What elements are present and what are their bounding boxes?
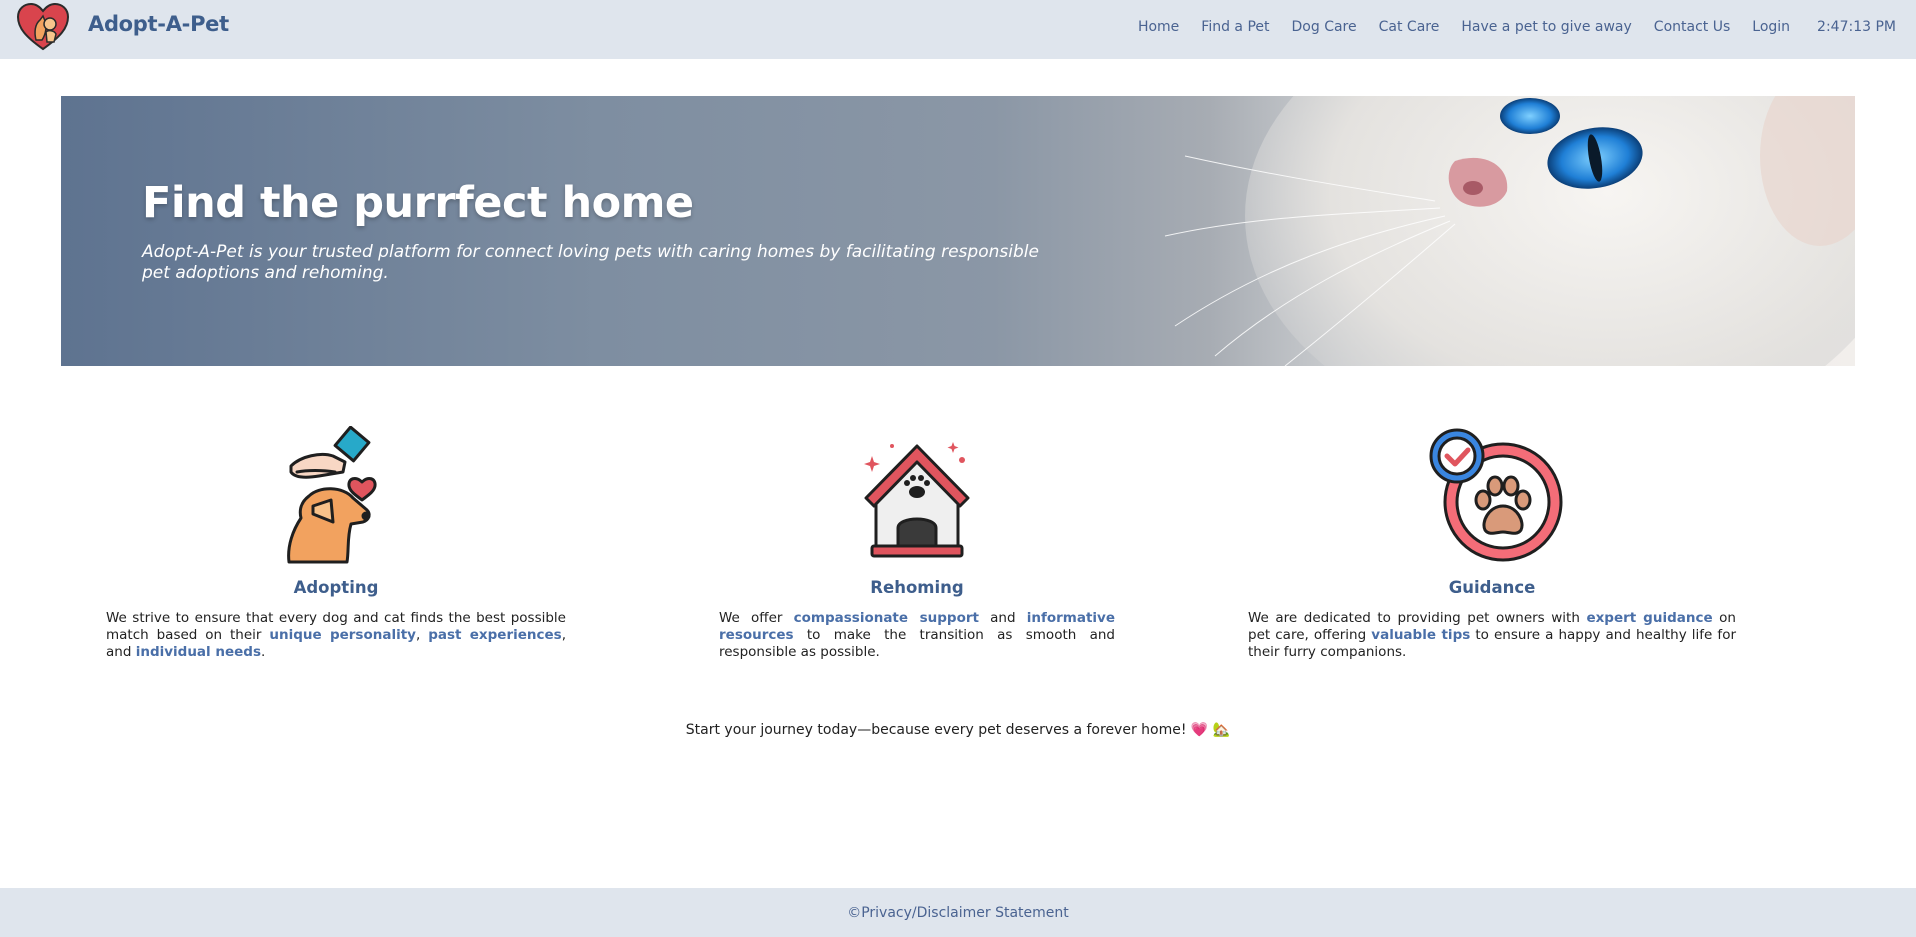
text-run: , (415, 627, 429, 643)
highlight-text: past experiences (428, 627, 562, 643)
text-run: and (978, 610, 1027, 626)
highlight-text: expert guidance (1586, 610, 1713, 626)
hero-banner: Find the purrfect home Adopt-A-Pet is yo… (61, 96, 1855, 366)
feature-guidance: Guidance We are dedicated to providing p… (1248, 426, 1736, 661)
journey-tagline: Start your journey today—because every p… (685, 722, 1231, 738)
paw-check-icon (1427, 426, 1563, 566)
feature-description: We are dedicated to providing pet owners… (1248, 610, 1736, 661)
feature-description: We offer compassionate support and infor… (719, 610, 1115, 661)
nav-links: Home Find a Pet Dog Care Cat Care Have a… (1116, 19, 1896, 35)
clock-time: 2:47:13 PM (1817, 19, 1896, 35)
feature-rehoming: Rehoming We offer compassionate support … (719, 426, 1115, 661)
feature-title: Rehoming (870, 578, 964, 597)
feature-adopting: Adopting We strive to ensure that every … (106, 425, 566, 661)
feature-title: Guidance (1448, 578, 1536, 597)
dog-hand-icon (271, 425, 401, 566)
dog-house-icon (852, 426, 982, 566)
privacy-disclaimer-link[interactable]: ©Privacy/Disclaimer Statement (847, 905, 1069, 921)
brand-name[interactable]: Adopt-A-Pet (88, 12, 229, 36)
feature-title: Adopting (293, 578, 379, 597)
text-run: . (261, 644, 266, 660)
footer: ©Privacy/Disclaimer Statement (0, 888, 1916, 937)
nav-dog-care[interactable]: Dog Care (1292, 19, 1357, 35)
white-cat-photo (1164, 96, 1855, 366)
highlight-text: unique personality (269, 627, 416, 643)
heart-pets-logo-icon[interactable] (16, 2, 70, 52)
nav-login[interactable]: Login (1752, 19, 1790, 35)
hero-title: Find the purrfect home (142, 178, 694, 228)
highlight-text: compassionate support (793, 610, 979, 626)
text-run: We are dedicated to providing pet owners… (1248, 610, 1587, 626)
highlight-text: valuable tips (1371, 627, 1471, 643)
nav-give-away[interactable]: Have a pet to give away (1461, 19, 1631, 35)
nav-home[interactable]: Home (1138, 19, 1179, 35)
nav-contact-us[interactable]: Contact Us (1654, 19, 1730, 35)
nav-find-a-pet[interactable]: Find a Pet (1201, 19, 1269, 35)
nav-cat-care[interactable]: Cat Care (1379, 19, 1440, 35)
top-navbar: Adopt-A-Pet Home Find a Pet Dog Care Cat… (0, 0, 1916, 59)
feature-description: We strive to ensure that every dog and c… (106, 610, 566, 661)
hero-subtitle: Adopt-A-Pet is your trusted platform for… (142, 242, 1039, 283)
text-run: We offer (719, 610, 794, 626)
highlight-text: individual needs (135, 644, 261, 660)
